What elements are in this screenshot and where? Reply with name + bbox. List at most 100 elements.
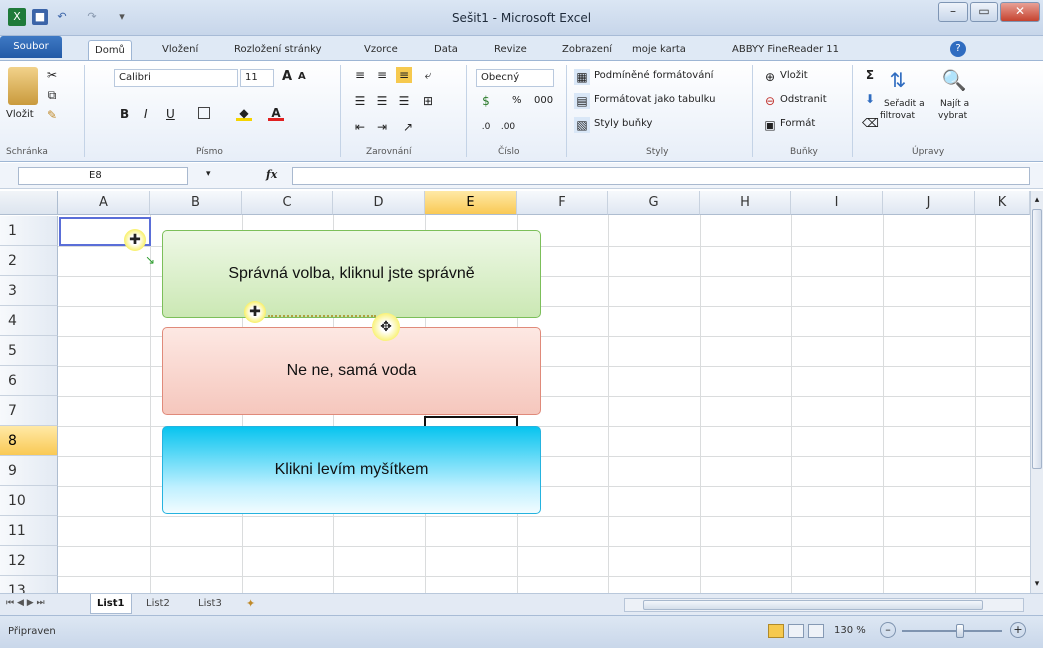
column-header[interactable]: H [700, 191, 791, 215]
align-center-icon[interactable]: ☰ [374, 93, 390, 109]
column-header[interactable]: J [883, 191, 975, 215]
row-header[interactable]: 2 [0, 246, 58, 276]
align-top-icon[interactable]: ≡ [352, 67, 368, 83]
align-left-icon[interactable]: ☰ [352, 93, 368, 109]
paste-icon[interactable] [8, 67, 38, 105]
row-header[interactable]: 7 [0, 396, 58, 426]
row-header[interactable]: 12 [0, 546, 58, 576]
formula-input[interactable] [292, 167, 1030, 185]
borders-icon[interactable] [198, 107, 210, 119]
tab-data[interactable]: Data [428, 40, 464, 60]
format-cells-icon[interactable]: ▣ [762, 117, 778, 133]
row-header[interactable]: 8 [0, 426, 58, 456]
minimize-button[interactable]: – [938, 2, 968, 22]
insert-cells-icon[interactable]: ⊕ [762, 69, 778, 85]
column-header[interactable]: D [333, 191, 425, 215]
tab-abbyy[interactable]: ABBYY FineReader 11 [726, 40, 845, 60]
increase-decimal-icon[interactable]: .0 [478, 119, 494, 135]
click-instruction-shape[interactable]: Klikni levím myšítkem [162, 426, 541, 514]
insert-sheet-icon[interactable]: ✦ [246, 597, 255, 610]
grow-font-button[interactable]: A [282, 69, 292, 84]
tab-review[interactable]: Revize [488, 40, 533, 60]
bold-button[interactable]: B [120, 107, 129, 121]
row-header[interactable]: 4 [0, 306, 58, 336]
hscroll-thumb[interactable] [643, 600, 983, 610]
sheet-nav-icons[interactable]: ⏮ ◀ ▶ ⏭ [6, 598, 45, 608]
thousands-button[interactable]: 000 [534, 95, 553, 106]
format-painter-icon[interactable]: ✎ [44, 107, 60, 123]
column-header[interactable]: B [150, 191, 242, 215]
copy-icon[interactable]: ⧉ [44, 87, 60, 103]
name-box-dropdown-icon[interactable]: ▾ [206, 169, 211, 179]
font-size-dropdown[interactable]: 11 [240, 69, 274, 87]
conditional-formatting-icon[interactable]: ▦ [574, 69, 590, 85]
tab-file[interactable]: Soubor [0, 36, 62, 58]
number-format-dropdown[interactable]: Obecný [476, 69, 554, 87]
help-icon[interactable]: ? [950, 41, 966, 57]
view-page-layout-button[interactable] [788, 624, 804, 638]
worksheet-grid[interactable]: A B C D E F G H I J K 1 2 3 4 5 6 7 8 9 … [0, 191, 1030, 593]
tab-insert[interactable]: Vložení [156, 40, 204, 60]
horizontal-scrollbar[interactable] [624, 598, 1024, 612]
correct-answer-shape[interactable]: Správná volba, kliknul jste správně [162, 230, 541, 318]
tab-view[interactable]: Zobrazení [556, 40, 618, 60]
row-header[interactable]: 13 [0, 576, 58, 593]
tab-home[interactable]: Domů [88, 40, 132, 60]
row-header[interactable]: 10 [0, 486, 58, 516]
name-box[interactable]: E8 [18, 167, 188, 185]
move-handle-icon[interactable]: ✥ [372, 313, 400, 341]
column-header[interactable]: C [242, 191, 333, 215]
align-middle-icon[interactable]: ≡ [374, 67, 390, 83]
column-header[interactable]: A [58, 191, 150, 215]
vertical-scrollbar[interactable]: ▴ ▾ [1030, 191, 1043, 593]
find-select-button[interactable]: Najít a [940, 99, 969, 109]
sort-filter-button[interactable]: Seřadit a [884, 99, 925, 109]
sort-filter-icon[interactable]: ⇅ [884, 65, 912, 95]
autosum-icon[interactable]: Σ [862, 67, 878, 83]
find-select-icon[interactable]: 🔍 [940, 65, 968, 95]
close-button[interactable]: ✕ [1000, 2, 1040, 22]
sheet-tab-list1[interactable]: List1 [90, 594, 132, 614]
format-as-table-button[interactable]: Formátovat jako tabulku [594, 94, 715, 105]
zoom-in-icon[interactable]: + [1010, 622, 1026, 638]
wrap-text-icon[interactable]: ⤶ [420, 67, 436, 83]
font-name-dropdown[interactable]: Calibri [114, 69, 238, 87]
view-page-break-button[interactable] [808, 624, 824, 638]
paste-button[interactable]: Vložit [6, 109, 34, 120]
sheet-tab-list3[interactable]: List3 [192, 594, 228, 614]
cell-styles-icon[interactable]: ▧ [574, 117, 590, 133]
percent-button[interactable]: % [512, 95, 522, 106]
align-bottom-icon[interactable]: ≡ [396, 67, 412, 83]
select-all-corner[interactable] [0, 191, 58, 215]
scroll-up-icon[interactable]: ▴ [1031, 195, 1043, 205]
row-header[interactable]: 3 [0, 276, 58, 306]
align-right-icon[interactable]: ☰ [396, 93, 412, 109]
tab-formulas[interactable]: Vzorce [358, 40, 404, 60]
font-color-icon[interactable]: A [268, 105, 284, 121]
insert-function-button[interactable]: fx [266, 168, 277, 181]
cut-icon[interactable]: ✂ [44, 67, 60, 83]
scroll-thumb[interactable] [1032, 209, 1042, 469]
insert-cells-button[interactable]: Vložit [780, 70, 808, 81]
column-header[interactable]: F [517, 191, 608, 215]
row-header[interactable]: 11 [0, 516, 58, 546]
maximize-button[interactable]: ▭ [970, 2, 998, 22]
column-header[interactable]: G [608, 191, 700, 215]
decrease-indent-icon[interactable]: ⇤ [352, 119, 368, 135]
zoom-slider-thumb[interactable] [956, 624, 964, 638]
format-cells-button[interactable]: Formát [780, 118, 815, 129]
row-header[interactable]: 6 [0, 366, 58, 396]
increase-indent-icon[interactable]: ⇥ [374, 119, 390, 135]
scroll-down-icon[interactable]: ▾ [1031, 579, 1043, 589]
column-header[interactable]: I [791, 191, 883, 215]
sheet-tab-list2[interactable]: List2 [140, 594, 176, 614]
fill-color-icon[interactable]: ◆ [236, 105, 252, 121]
orientation-icon[interactable]: ↗ [400, 119, 416, 135]
format-as-table-icon[interactable]: ▤ [574, 93, 590, 109]
tab-page-layout[interactable]: Rozložení stránky [228, 40, 328, 60]
row-header[interactable]: 5 [0, 336, 58, 366]
zoom-level[interactable]: 130 % [834, 625, 866, 636]
view-normal-button[interactable] [768, 624, 784, 638]
row-header[interactable]: 9 [0, 456, 58, 486]
merge-center-icon[interactable]: ⊞ [420, 93, 436, 109]
